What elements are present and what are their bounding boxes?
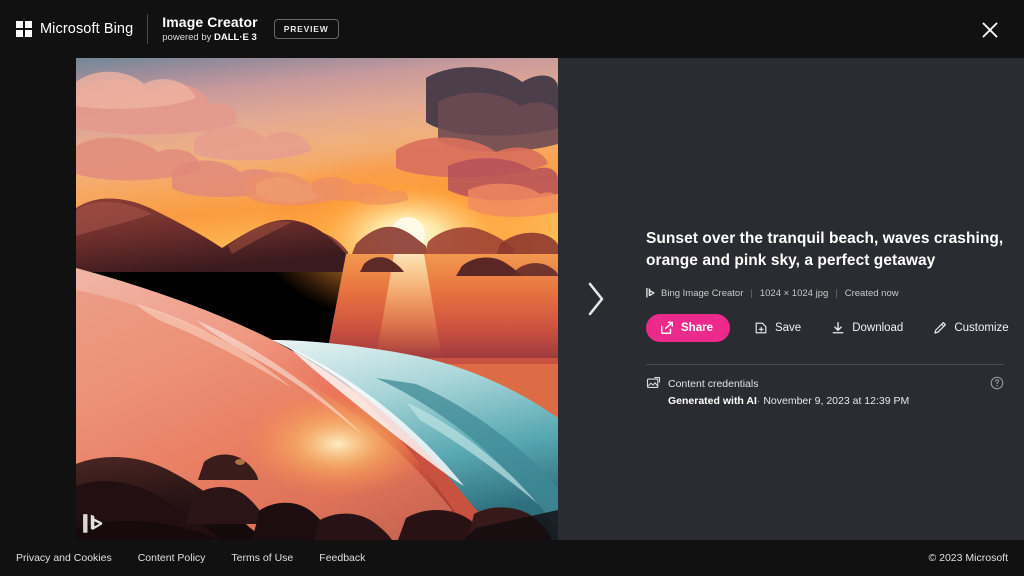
meta-separator-1: | — [750, 287, 753, 299]
download-icon — [832, 321, 844, 334]
prompt-text: Sunset over the tranquil beach, waves cr… — [646, 230, 1004, 269]
download-label: Download — [852, 322, 904, 334]
content-credentials-divider — [646, 364, 1004, 365]
meta-source: Bing Image Creator — [661, 287, 744, 299]
powered-by-label: powered by — [162, 31, 215, 43]
cc-separator: · — [756, 395, 761, 407]
content-credentials: Content credentials Generated with AI· N… — [646, 376, 1004, 407]
customize-icon — [934, 322, 947, 334]
product-subtitle: powered by DALL·E 3 — [162, 31, 257, 44]
image-detail-panel: Sunset over the tranquil beach, waves cr… — [558, 58, 1024, 540]
share-label: Share — [681, 322, 713, 334]
page-title: Image Creator — [162, 13, 258, 30]
model-name: DALL·E 3 — [214, 31, 257, 43]
footer-links: Privacy and Cookies Content Policy Terms… — [16, 552, 365, 564]
brand-name: Microsoft Bing — [40, 21, 134, 37]
help-circle-icon — [990, 376, 1004, 390]
close-button[interactable] — [974, 14, 1006, 46]
detail-content: Sunset over the tranquil beach, waves cr… — [646, 228, 1009, 407]
customize-button[interactable]: Customize — [927, 314, 1014, 342]
header-divider — [147, 14, 149, 44]
footer-link-terms[interactable]: Terms of Use — [231, 552, 293, 564]
share-button[interactable]: Share — [646, 314, 730, 342]
bing-b-icon — [646, 287, 655, 299]
image-creator-page: Microsoft Bing Image Creator powered by … — [0, 0, 1024, 576]
microsoft-grid-icon — [16, 21, 32, 37]
save-button[interactable]: Save — [748, 314, 807, 342]
footer-link-content-policy[interactable]: Content Policy — [138, 552, 206, 564]
content-credentials-icon — [646, 376, 661, 389]
copyright-text: © 2023 Microsoft — [928, 552, 1008, 564]
preview-badge: PREVIEW — [273, 19, 339, 39]
bing-b-icon — [82, 513, 104, 535]
content-credentials-title: Content credentials — [668, 377, 759, 390]
footer-link-feedback[interactable]: Feedback — [319, 552, 365, 564]
content-credentials-detail: Generated with AI· November 9, 2023 at 1… — [668, 395, 1004, 407]
meta-created: Created now — [844, 287, 899, 299]
footer-link-privacy[interactable]: Privacy and Cookies — [16, 552, 112, 564]
meta-dimensions: 1024 × 1024 jpg — [759, 287, 829, 299]
image-metadata: Bing Image Creator | 1024 × 1024 jpg | C… — [646, 287, 1004, 299]
save-label: Save — [774, 322, 802, 334]
customize-label: Customize — [954, 322, 1009, 334]
download-button[interactable]: Download — [825, 314, 909, 342]
close-icon — [982, 22, 998, 38]
generated-image[interactable] — [76, 58, 558, 540]
meta-separator-2: | — [835, 287, 838, 299]
share-icon — [661, 321, 673, 334]
next-image-button[interactable] — [576, 269, 616, 329]
app-header: Microsoft Bing Image Creator powered by … — [0, 0, 1024, 58]
brand-logo[interactable]: Microsoft Bing — [16, 21, 133, 37]
save-icon — [755, 322, 767, 334]
product-identity: Image Creator powered by DALL·E 3 — [162, 13, 258, 44]
app-footer: Privacy and Cookies Content Policy Terms… — [0, 540, 1024, 576]
action-buttons: Share Save Download Customize — [646, 314, 1009, 342]
chevron-right-icon — [588, 282, 604, 316]
cc-timestamp: November 9, 2023 at 12:39 PM — [763, 395, 910, 407]
generated-with-ai-label: Generated with AI — [668, 395, 757, 407]
content-stage: Sunset over the tranquil beach, waves cr… — [0, 58, 1024, 540]
sunset-beach-artwork — [76, 58, 558, 540]
help-button[interactable] — [990, 376, 1004, 390]
